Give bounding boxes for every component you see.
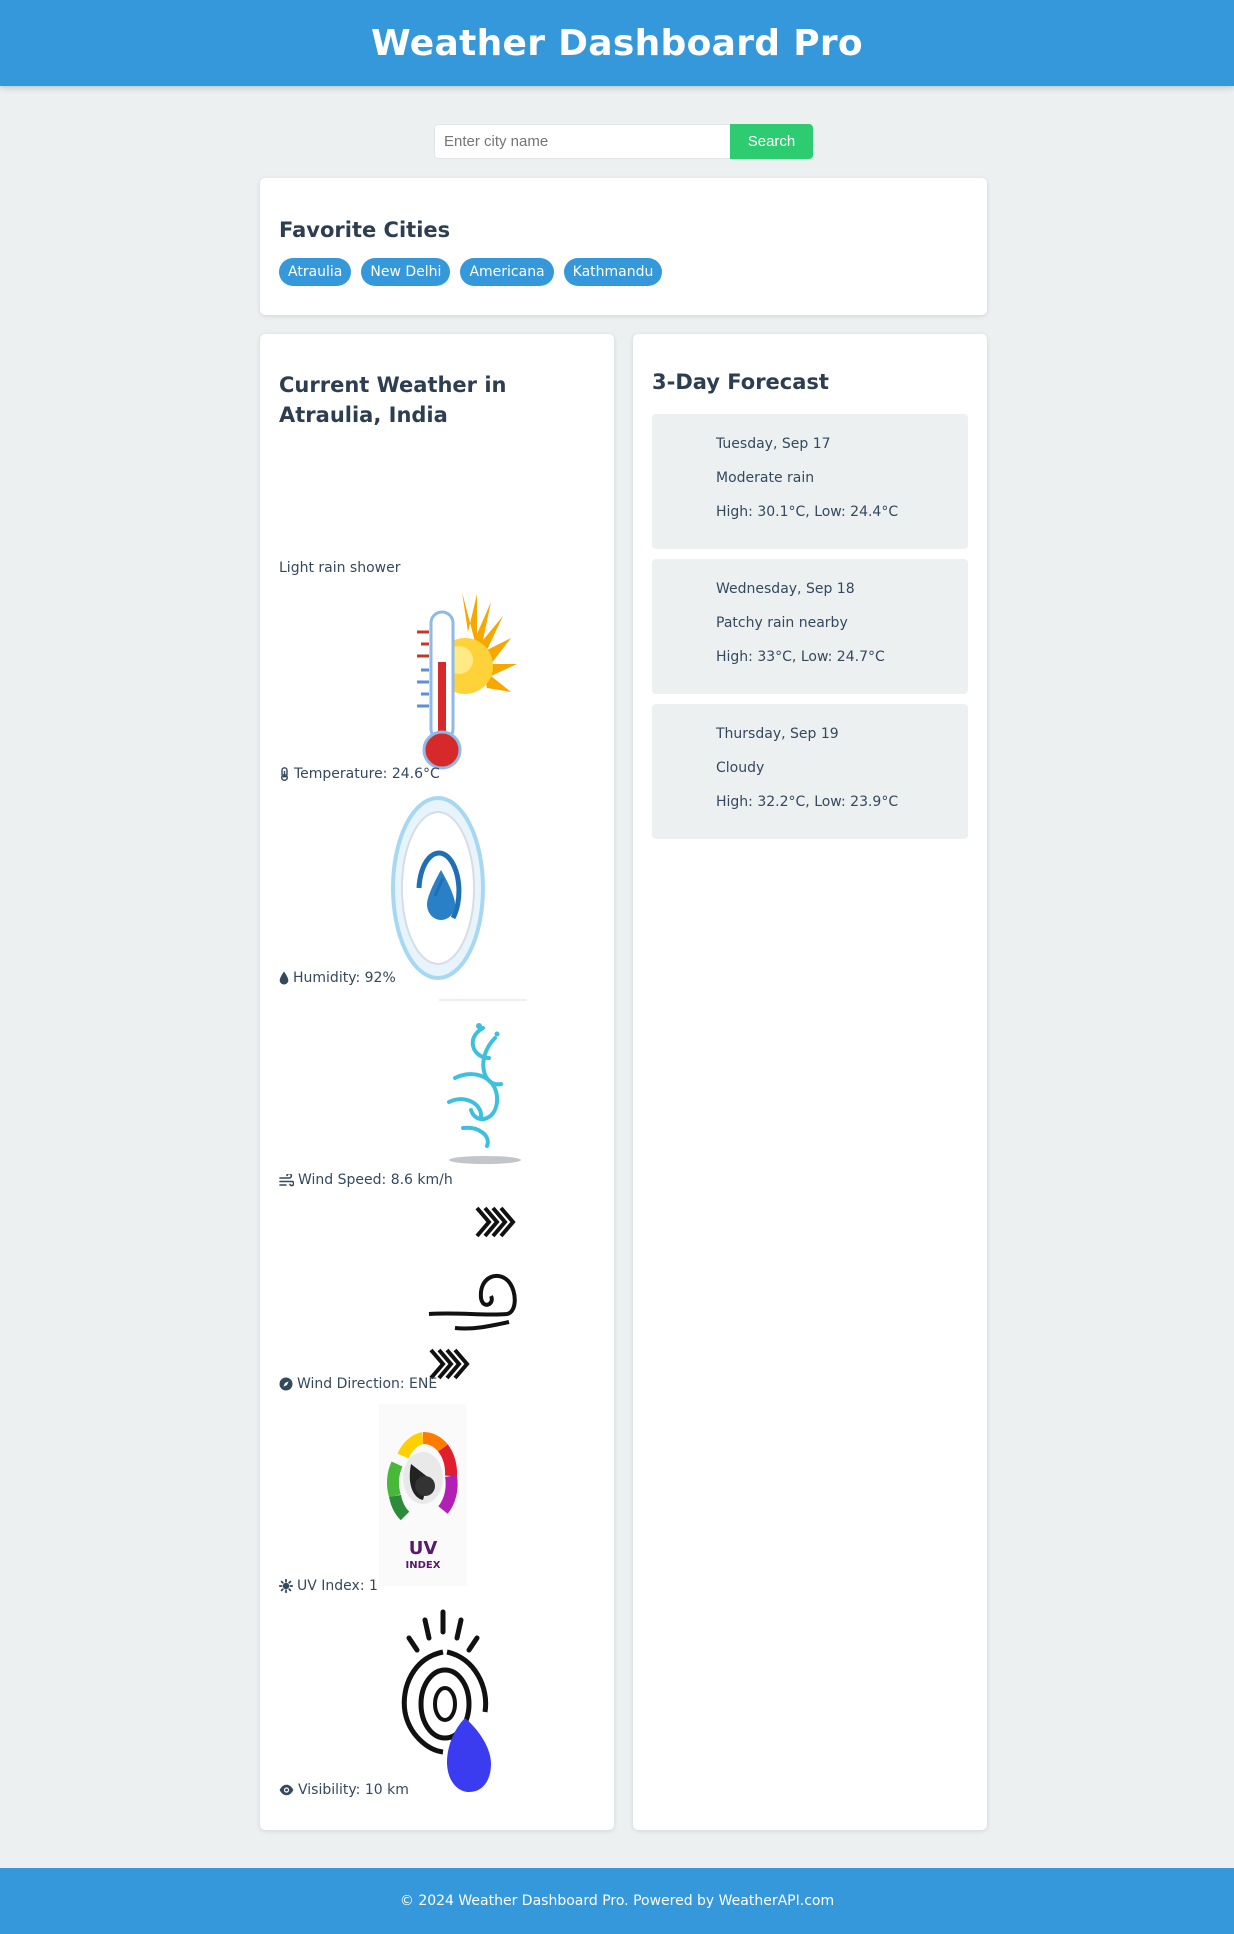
svg-text:INDEX: INDEX bbox=[406, 1560, 441, 1571]
footer-text: © 2024 Weather Dashboard Pro. Powered by… bbox=[399, 1893, 835, 1909]
tint-icon bbox=[279, 971, 289, 985]
wind-direction-value: Wind Direction: ENE bbox=[297, 1376, 438, 1392]
favorite-city-chip[interactable]: New Delhi bbox=[361, 258, 451, 286]
forecast-day: Tuesday, Sep 17 Moderate rain High: 30.1… bbox=[652, 414, 968, 549]
eye-drop-image bbox=[401, 1609, 491, 1792]
thermometer-sun-image bbox=[417, 592, 517, 770]
search-button[interactable]: Search bbox=[730, 124, 813, 159]
wind-arrows-image bbox=[428, 1206, 517, 1380]
wind-direction-metric: Wind Direction: ENE bbox=[279, 1202, 599, 1392]
eye-icon bbox=[279, 1784, 294, 1796]
forecast-condition: Cloudy bbox=[716, 760, 765, 776]
favorite-cities-card: Favorite Cities Atraulia New Delhi Ameri… bbox=[260, 178, 987, 315]
forecast-date: Tuesday, Sep 17 bbox=[716, 436, 831, 452]
favorite-city-chip[interactable]: Americana bbox=[460, 258, 554, 286]
sun-icon bbox=[279, 1579, 293, 1593]
thermometer-icon bbox=[281, 767, 288, 781]
humidity-value: Humidity: 92% bbox=[293, 970, 396, 986]
forecast-title: 3-Day Forecast bbox=[652, 370, 829, 394]
current-condition: Light rain shower bbox=[279, 560, 401, 576]
temperature-value: Temperature: 24.6°C bbox=[294, 766, 440, 782]
favorite-cities-list: Atraulia New Delhi Americana Kathmandu bbox=[279, 258, 968, 286]
wind-speed-value: Wind Speed: 8.6 km/h bbox=[298, 1172, 453, 1188]
favorite-city-chip[interactable]: Atraulia bbox=[279, 258, 352, 286]
temperature-metric: Temperature: 24.6°C bbox=[279, 592, 599, 782]
search-bar: Search bbox=[434, 124, 813, 159]
humidity-gauge-image bbox=[391, 796, 485, 980]
app-header: Weather Dashboard Pro bbox=[0, 0, 1234, 86]
forecast-date: Thursday, Sep 19 bbox=[716, 726, 839, 742]
forecast-card: 3-Day Forecast Tuesday, Sep 17 Moderate … bbox=[633, 334, 987, 1830]
uv-index-value: UV Index: 1 bbox=[297, 1578, 378, 1594]
current-weather-card: Current Weather in Atraulia, India Light… bbox=[260, 334, 614, 1830]
humidity-metric: Humidity: 92% bbox=[279, 796, 599, 986]
forecast-date: Wednesday, Sep 18 bbox=[716, 581, 855, 597]
wind-speed-metric: Wind Speed: 8.6 km/h bbox=[279, 998, 599, 1188]
svg-text:UV: UV bbox=[409, 1538, 438, 1559]
wind-icon bbox=[279, 1173, 294, 1186]
favorite-cities-title: Favorite Cities bbox=[279, 218, 451, 242]
visibility-value: Visibility: 10 km bbox=[298, 1782, 409, 1798]
forecast-temps: High: 30.1°C, Low: 24.4°C bbox=[716, 504, 899, 520]
visibility-metric: Visibility: 10 km bbox=[279, 1608, 599, 1798]
forecast-temps: High: 32.2°C, Low: 23.9°C bbox=[716, 794, 899, 810]
page-footer: © 2024 Weather Dashboard Pro. Powered by… bbox=[0, 1868, 1234, 1934]
compass-icon bbox=[279, 1377, 293, 1391]
wind-swirl-image bbox=[439, 999, 527, 1164]
forecast-condition: Patchy rain nearby bbox=[716, 615, 848, 631]
forecast-day: Wednesday, Sep 18 Patchy rain nearby Hig… bbox=[652, 559, 968, 694]
favorite-city-chip[interactable]: Kathmandu bbox=[563, 258, 663, 286]
forecast-day: Thursday, Sep 19 Cloudy High: 32.2°C, Lo… bbox=[652, 704, 968, 839]
uv-index-metric: UV INDEX UV Index: 1 bbox=[279, 1404, 599, 1594]
forecast-temps: High: 33°C, Low: 24.7°C bbox=[716, 649, 885, 665]
current-weather-title: Current Weather in Atraulia, India bbox=[279, 373, 507, 427]
page-title: Weather Dashboard Pro bbox=[371, 22, 863, 64]
uv-gauge-image: UV INDEX bbox=[379, 1404, 467, 1586]
forecast-condition: Moderate rain bbox=[716, 470, 815, 486]
search-input[interactable] bbox=[434, 124, 730, 159]
